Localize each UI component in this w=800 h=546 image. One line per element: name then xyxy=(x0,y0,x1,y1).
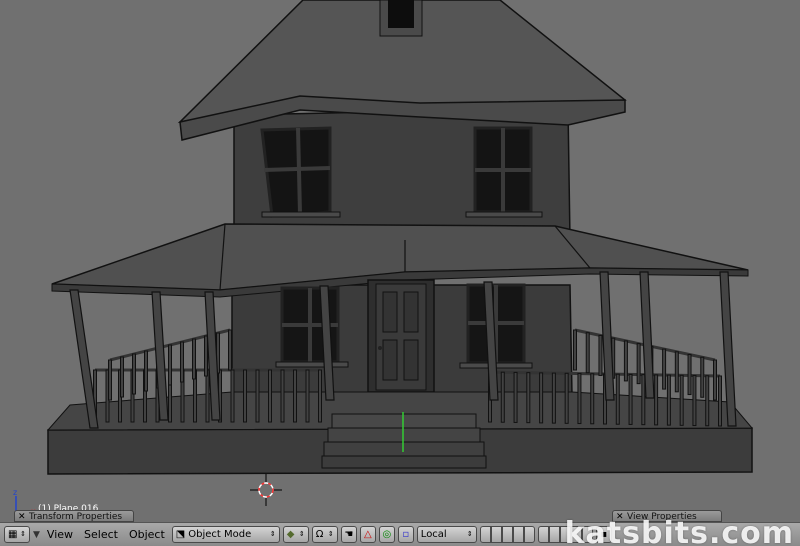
hand-icon: ☚ xyxy=(344,529,354,540)
layer-button[interactable] xyxy=(523,526,535,543)
object-mode-icon: ⬔ xyxy=(175,529,186,540)
pivot-icon: Ω xyxy=(315,529,324,540)
railing-baluster xyxy=(628,373,633,425)
upper-window-right xyxy=(465,126,543,218)
translate-button[interactable]: △ xyxy=(359,526,376,543)
railing-baluster xyxy=(687,354,692,396)
railing-baluster xyxy=(590,373,595,425)
lower-window-left xyxy=(275,286,349,368)
orientation-label: Local xyxy=(420,529,447,540)
menu-view[interactable]: View xyxy=(43,526,77,543)
railing-baluster xyxy=(255,369,260,423)
porch-steps xyxy=(321,413,487,469)
railing-baluster xyxy=(713,359,717,401)
railing-baluster xyxy=(168,344,172,386)
mode-label: Object Mode xyxy=(188,529,252,540)
orientation-select[interactable]: Local ⇕ xyxy=(416,526,477,543)
panel-title: Transform Properties xyxy=(29,512,123,522)
rotate-button[interactable]: ◎ xyxy=(378,526,395,543)
railing-baluster xyxy=(539,372,544,424)
railing-baluster xyxy=(705,375,710,427)
scale-icon: ▫ xyxy=(402,529,410,540)
menu-select[interactable]: Select xyxy=(80,526,122,543)
svg-text:z: z xyxy=(13,488,17,497)
layer-button[interactable] xyxy=(479,526,491,543)
3d-viewport[interactable]: z x (1) Plane.016 ✕ Transform Properties… xyxy=(0,0,800,522)
railing-baluster xyxy=(120,356,124,398)
layer-button[interactable] xyxy=(490,526,502,543)
updown-arrows-icon: ⇕ xyxy=(269,530,276,538)
railing-baluster xyxy=(293,369,297,423)
railing-baluster xyxy=(654,374,659,426)
railing-baluster xyxy=(205,369,210,423)
upper-window-left xyxy=(260,126,341,218)
railing-baluster xyxy=(700,356,705,398)
cube-icon: ◆ xyxy=(286,529,295,540)
layer-button[interactable] xyxy=(548,526,560,543)
pivot-select[interactable]: Ω ⇕ xyxy=(311,526,338,543)
railing-baluster xyxy=(641,374,646,426)
editor-type-button[interactable]: ▦ ⇕ xyxy=(4,526,30,543)
blender-window: z x (1) Plane.016 ✕ Transform Properties… xyxy=(0,0,800,546)
updown-arrows-icon: ⇕ xyxy=(466,530,473,538)
railing-baluster xyxy=(623,340,628,382)
menu-object[interactable]: Object xyxy=(125,526,169,543)
railing-baluster xyxy=(132,353,136,395)
railing-baluster xyxy=(228,329,232,371)
railing-baluster xyxy=(585,332,590,374)
layers-group-1 xyxy=(479,526,535,543)
railing-baluster xyxy=(577,373,582,425)
watermark: katsbits.com xyxy=(564,516,794,546)
railing-baluster xyxy=(551,372,556,424)
updown-arrows-icon: ⇕ xyxy=(20,530,26,538)
railing-baluster xyxy=(108,359,112,401)
translate-icon: △ xyxy=(363,529,372,540)
railing-baluster xyxy=(674,351,679,393)
railing-baluster xyxy=(679,374,684,426)
railing-baluster xyxy=(513,371,518,423)
manipulator-toggle[interactable]: ☚ xyxy=(340,526,357,543)
railing-baluster xyxy=(204,335,208,377)
layer-button[interactable] xyxy=(501,526,513,543)
railing-baluster xyxy=(180,341,184,383)
railing-baluster xyxy=(144,350,148,392)
front-door xyxy=(367,279,435,393)
railing-baluster xyxy=(318,369,322,423)
scale-button[interactable]: ▫ xyxy=(397,526,414,543)
house-model: z x xyxy=(13,0,754,516)
railing-baluster xyxy=(268,369,272,423)
railing-baluster xyxy=(598,334,603,376)
railing-baluster xyxy=(615,373,620,425)
draw-type-select[interactable]: ◆ ⇕ xyxy=(282,526,309,543)
updown-arrows-icon: ⇕ xyxy=(298,530,305,538)
mode-select[interactable]: ⬔ Object Mode ⇕ xyxy=(171,526,280,543)
3d-cursor[interactable] xyxy=(250,474,282,506)
railing-baluster xyxy=(692,375,697,427)
railing-baluster xyxy=(526,372,531,424)
collapse-arrow-icon[interactable]: ▼ xyxy=(33,530,40,540)
railing-baluster xyxy=(564,372,569,424)
railing-baluster xyxy=(573,329,577,371)
railing-baluster xyxy=(662,348,667,390)
grid-icon: ▦ xyxy=(8,529,18,540)
railing-baluster xyxy=(230,369,235,423)
rotate-icon: ◎ xyxy=(382,529,392,540)
transform-properties-panel[interactable]: ✕ Transform Properties xyxy=(14,510,134,522)
railing-baluster xyxy=(500,371,505,423)
railing-baluster xyxy=(280,369,285,423)
railing-baluster xyxy=(666,374,671,426)
layer-button[interactable] xyxy=(512,526,524,543)
railing-baluster xyxy=(305,369,310,423)
railing-baluster xyxy=(636,343,641,385)
railing-baluster xyxy=(718,375,722,427)
railing-baluster xyxy=(192,338,196,380)
railing-baluster xyxy=(243,369,247,423)
updown-arrows-icon: ⇕ xyxy=(327,530,334,538)
layer-button[interactable] xyxy=(537,526,549,543)
